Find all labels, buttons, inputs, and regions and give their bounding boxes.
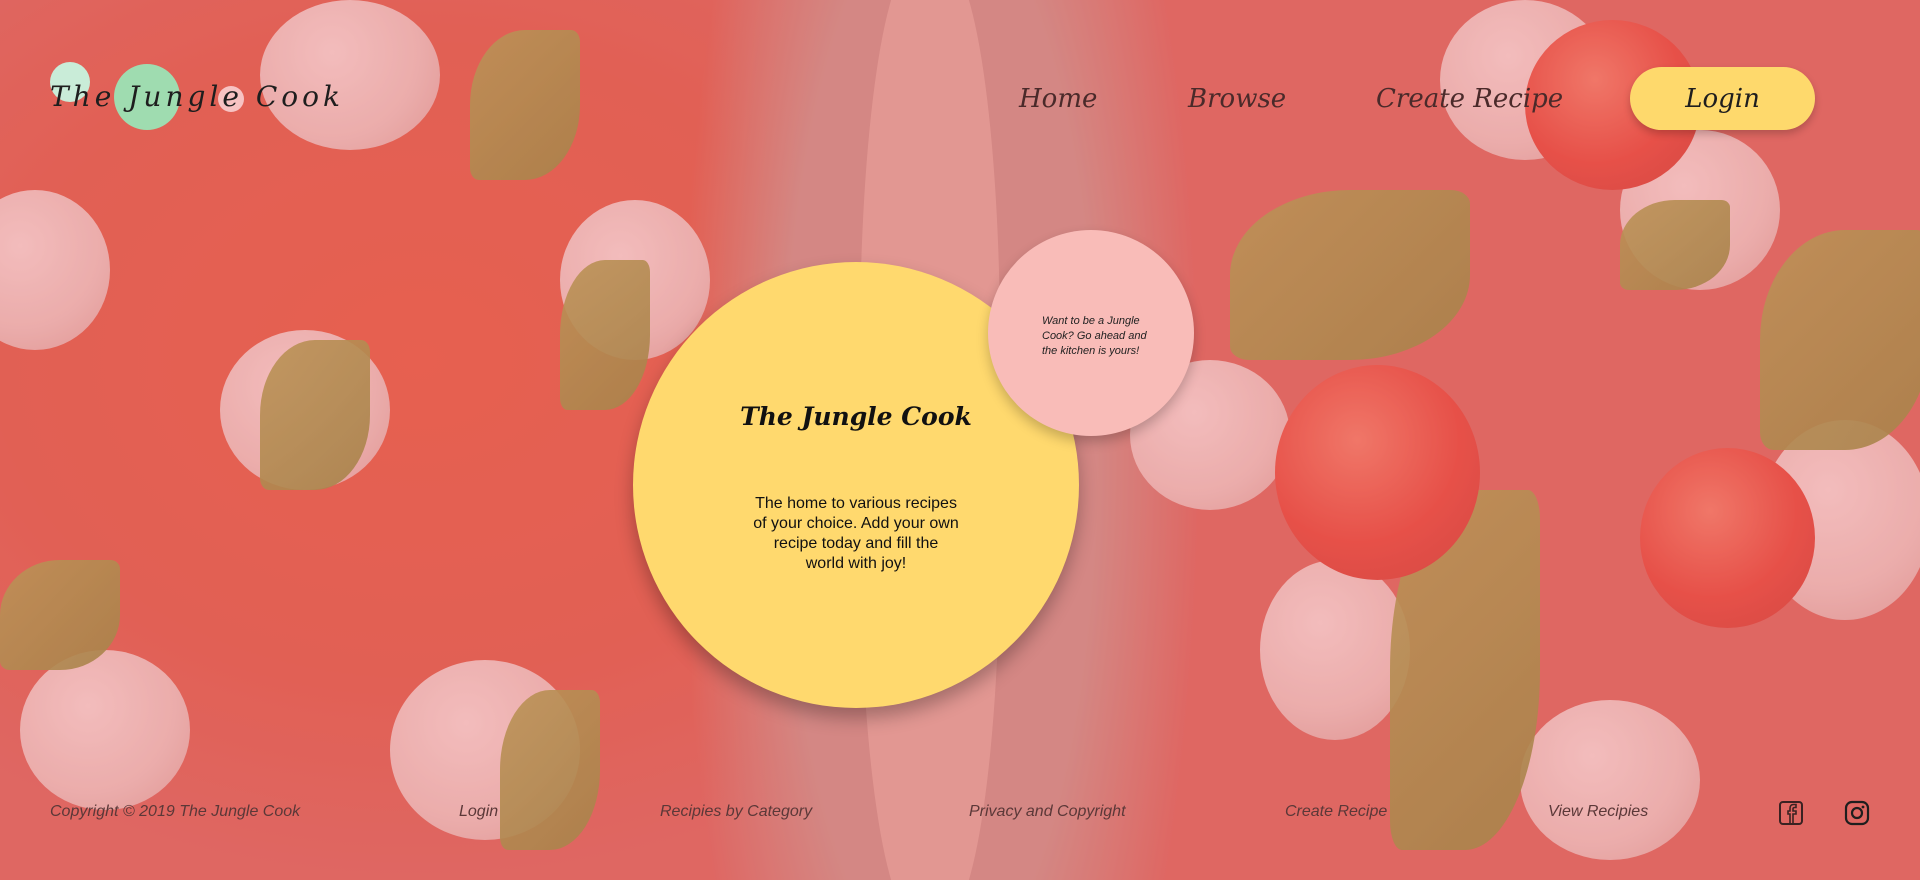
nav-create-recipe[interactable]: Create Recipe xyxy=(1376,84,1563,114)
join-badge: Want to be a Jungle Cook? Go ahead and t… xyxy=(988,230,1194,436)
footer-link-login[interactable]: Login xyxy=(459,803,498,821)
logo-text: The Jungle Cook xyxy=(50,80,344,113)
hero-title: The Jungle Cook xyxy=(740,402,972,431)
site-logo[interactable]: The Jungle Cook xyxy=(48,60,340,140)
join-badge-text: Want to be a Jungle Cook? Go ahead and t… xyxy=(1042,315,1147,357)
hero-description: The home to various recipes of your choi… xyxy=(753,495,959,572)
facebook-icon[interactable] xyxy=(1778,800,1804,826)
login-button[interactable]: Login xyxy=(1630,67,1815,130)
instagram-icon[interactable] xyxy=(1844,800,1870,826)
footer-link-recipes-by-category[interactable]: Recipies by Category xyxy=(660,803,812,821)
nav-browse[interactable]: Browse xyxy=(1188,84,1286,114)
nav-home[interactable]: Home xyxy=(1019,84,1097,114)
footer-link-create-recipe[interactable]: Create Recipe xyxy=(1285,803,1387,821)
footer-link-view-recipes[interactable]: View Recipies xyxy=(1548,803,1648,821)
footer-link-privacy[interactable]: Privacy and Copyright xyxy=(969,803,1126,821)
footer-copyright: Copyright © 2019 The Jungle Cook xyxy=(50,803,301,820)
